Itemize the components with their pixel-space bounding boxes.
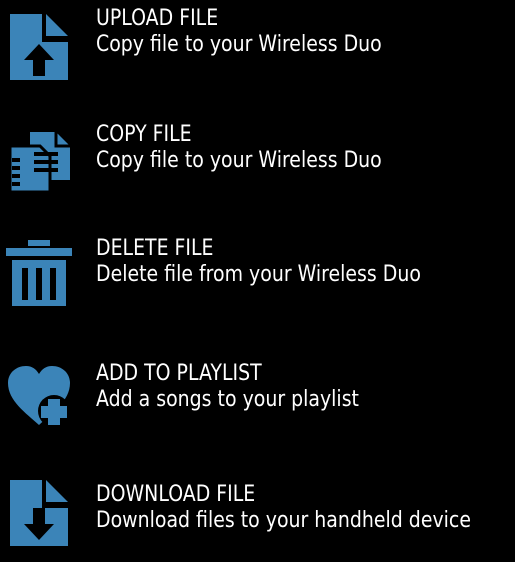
copy-file-icon xyxy=(4,128,74,198)
menu-item-title: DELETE FILE xyxy=(96,236,214,261)
file-actions-menu: UPLOAD FILE Copy file to your Wireless D… xyxy=(0,0,515,546)
trash-icon xyxy=(4,240,74,310)
download-file-icon xyxy=(4,476,74,546)
menu-item-title: DOWNLOAD FILE xyxy=(96,482,256,507)
menu-item-add-to-playlist[interactable]: ADD TO PLAYLIST Add a songs to your play… xyxy=(0,361,515,441)
menu-item-copy-file[interactable]: COPY FILE Copy file to your Wireless Duo xyxy=(0,122,515,202)
menu-item-title: COPY FILE xyxy=(96,122,192,147)
menu-item-download-file[interactable]: DOWNLOAD FILE Download files to your han… xyxy=(0,480,515,562)
menu-item-subtitle: Delete file from your Wireless Duo xyxy=(96,262,421,287)
upload-file-icon xyxy=(4,10,74,80)
heart-plus-icon xyxy=(4,363,74,433)
menu-item-title: ADD TO PLAYLIST xyxy=(96,361,262,386)
menu-item-subtitle: Add a songs to your playlist xyxy=(96,387,359,412)
menu-item-subtitle: Download files to your handheld device xyxy=(96,508,471,533)
menu-item-upload-file[interactable]: UPLOAD FILE Copy file to your Wireless D… xyxy=(0,6,515,86)
menu-item-subtitle: Copy file to your Wireless Duo xyxy=(96,148,382,173)
menu-item-delete-file[interactable]: DELETE FILE Delete file from your Wirele… xyxy=(0,236,515,316)
menu-item-subtitle: Copy file to your Wireless Duo xyxy=(96,32,382,57)
menu-item-title: UPLOAD FILE xyxy=(96,6,219,31)
